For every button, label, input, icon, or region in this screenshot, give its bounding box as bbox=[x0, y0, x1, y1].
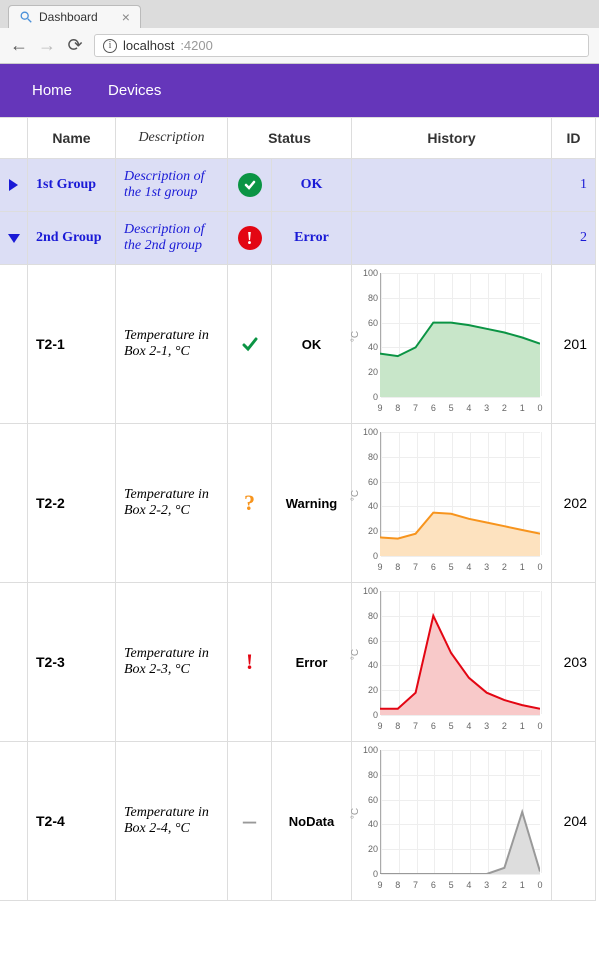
row-name: T2-3 bbox=[28, 583, 116, 742]
status-icon-cell bbox=[228, 159, 272, 212]
history-cell bbox=[352, 212, 552, 265]
group-id: 1 bbox=[552, 159, 596, 212]
status-icon-cell: ! bbox=[228, 583, 272, 742]
row-id: 204 bbox=[552, 742, 596, 901]
row-id: 203 bbox=[552, 583, 596, 742]
status-icon-cell: ! bbox=[228, 212, 272, 265]
status-label: OK bbox=[272, 265, 352, 424]
history-chart: °C 0204060801009876543210 bbox=[356, 430, 544, 580]
history-cell: °C 0204060801009876543210 bbox=[352, 742, 552, 901]
group-name[interactable]: 2nd Group bbox=[28, 212, 116, 265]
y-axis-label: °C bbox=[350, 649, 361, 660]
back-button[interactable]: ← bbox=[10, 35, 28, 56]
history-chart: °C 0204060801009876543210 bbox=[356, 589, 544, 739]
info-icon[interactable]: i bbox=[103, 39, 117, 53]
search-icon bbox=[19, 10, 33, 24]
url-input[interactable]: i localhost :4200 bbox=[94, 34, 589, 57]
history-cell: °C 0204060801009876543210 bbox=[352, 583, 552, 742]
header-history: History bbox=[352, 118, 552, 159]
exclamation-icon: ! bbox=[238, 650, 262, 674]
header-id: ID bbox=[552, 118, 596, 159]
question-icon: ? bbox=[238, 491, 262, 515]
browser-chrome: Dashboard × ← → ⟳ i localhost :4200 bbox=[0, 0, 599, 64]
close-icon[interactable]: × bbox=[122, 10, 130, 24]
browser-tab[interactable]: Dashboard × bbox=[8, 5, 141, 28]
dash-icon: – bbox=[238, 809, 262, 833]
url-port: :4200 bbox=[180, 38, 213, 53]
row-description: Temperature in Box 2-2, °C bbox=[116, 424, 228, 583]
expand-placeholder bbox=[0, 742, 28, 901]
y-axis-label: °C bbox=[350, 331, 361, 342]
reload-button[interactable]: ⟳ bbox=[66, 35, 84, 56]
check-icon bbox=[238, 332, 262, 356]
row-description: Temperature in Box 2-4, °C bbox=[116, 742, 228, 901]
row-id: 201 bbox=[552, 265, 596, 424]
status-label: Warning bbox=[272, 424, 352, 583]
forward-button[interactable]: → bbox=[38, 35, 56, 56]
ok-circle-icon bbox=[238, 173, 262, 197]
group-description: Description of the 1st group bbox=[116, 159, 228, 212]
history-cell: °C 0204060801009876543210 bbox=[352, 424, 552, 583]
row-id: 202 bbox=[552, 424, 596, 583]
nav-devices[interactable]: Devices bbox=[108, 82, 161, 99]
expand-placeholder bbox=[0, 583, 28, 742]
tab-bar: Dashboard × bbox=[0, 0, 599, 28]
status-label: Error bbox=[272, 212, 352, 265]
status-icon-cell bbox=[228, 265, 272, 424]
expand-placeholder bbox=[0, 265, 28, 424]
history-chart: °C 0204060801009876543210 bbox=[356, 271, 544, 421]
address-bar: ← → ⟳ i localhost :4200 bbox=[0, 28, 599, 63]
device-table: Name Description Status History ID 1st G… bbox=[0, 117, 599, 901]
header-status: Status bbox=[228, 118, 352, 159]
status-icon-cell: ? bbox=[228, 424, 272, 583]
y-axis-label: °C bbox=[350, 490, 361, 501]
history-cell: °C 0204060801009876543210 bbox=[352, 265, 552, 424]
status-label: Error bbox=[272, 583, 352, 742]
group-name[interactable]: 1st Group bbox=[28, 159, 116, 212]
chevron-down-icon bbox=[8, 234, 20, 243]
expand-toggle[interactable] bbox=[0, 212, 28, 265]
row-description: Temperature in Box 2-3, °C bbox=[116, 583, 228, 742]
group-id: 2 bbox=[552, 212, 596, 265]
row-name: T2-2 bbox=[28, 424, 116, 583]
expand-toggle[interactable] bbox=[0, 159, 28, 212]
header-name: Name bbox=[28, 118, 116, 159]
row-name: T2-4 bbox=[28, 742, 116, 901]
status-label: OK bbox=[272, 159, 352, 212]
nav-home[interactable]: Home bbox=[32, 82, 72, 99]
history-chart: °C 0204060801009876543210 bbox=[356, 748, 544, 898]
row-name: T2-1 bbox=[28, 265, 116, 424]
row-description: Temperature in Box 2-1, °C bbox=[116, 265, 228, 424]
status-icon-cell: – bbox=[228, 742, 272, 901]
url-host: localhost bbox=[123, 38, 174, 53]
history-cell bbox=[352, 159, 552, 212]
error-circle-icon: ! bbox=[238, 226, 262, 250]
y-axis-label: °C bbox=[350, 808, 361, 819]
navbar: Home Devices bbox=[0, 64, 599, 117]
chevron-right-icon bbox=[9, 179, 18, 191]
expand-placeholder bbox=[0, 424, 28, 583]
header-expand bbox=[0, 118, 28, 159]
group-description: Description of the 2nd group bbox=[116, 212, 228, 265]
tab-title: Dashboard bbox=[39, 10, 98, 24]
status-label: NoData bbox=[272, 742, 352, 901]
header-description: Description bbox=[116, 118, 228, 159]
